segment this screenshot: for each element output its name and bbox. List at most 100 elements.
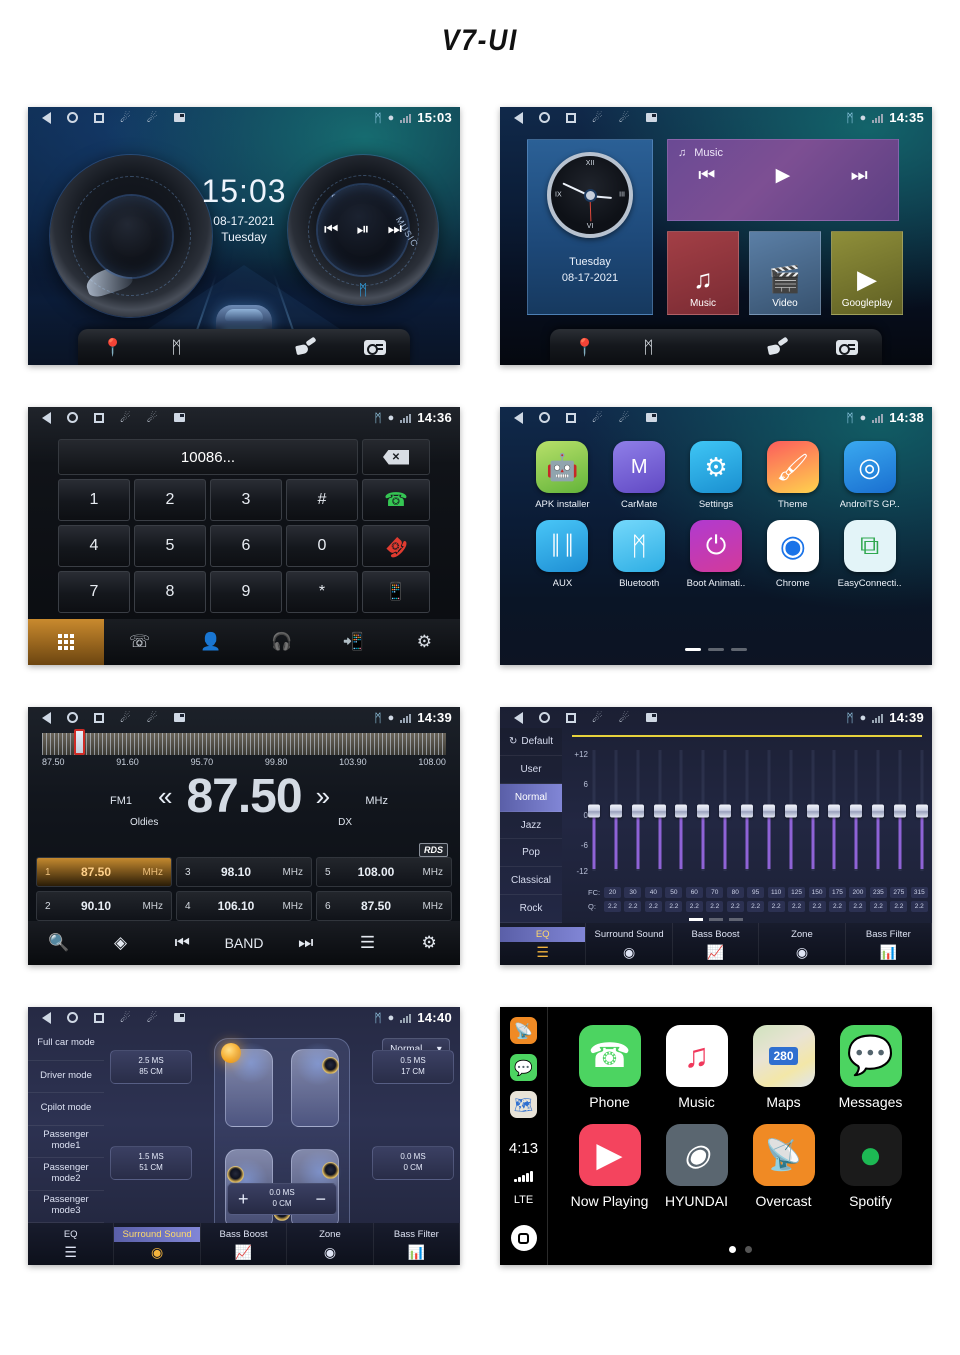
home-icon[interactable] bbox=[67, 412, 78, 423]
mode-passenger2[interactable]: Passenger mode2 bbox=[28, 1158, 104, 1191]
tab-bass-boost[interactable]: Bass Boost 📈 bbox=[201, 1223, 288, 1265]
apps-icon[interactable] bbox=[230, 338, 248, 356]
mode-cpilot[interactable]: Cpilot mode bbox=[28, 1093, 104, 1126]
transfer-call-button[interactable]: 📱 bbox=[362, 571, 430, 613]
fc-cell[interactable]: 20 bbox=[604, 887, 621, 898]
apps-icon[interactable] bbox=[702, 338, 720, 356]
back-icon[interactable] bbox=[514, 111, 523, 124]
key-1[interactable]: 1 bbox=[58, 479, 130, 521]
phone-bottom-nav[interactable]: ☏ 👤 🎧 📲 ⚙ bbox=[28, 619, 460, 665]
app-grid[interactable]: 🤖 APK installer M CarMate ⚙ Settings 🖌 T… bbox=[500, 441, 932, 589]
tile-googleplay[interactable]: ▶ Googleplay bbox=[831, 231, 903, 315]
decrease-button[interactable]: − bbox=[315, 1189, 326, 1210]
app-easyconnection[interactable]: ⧉ EasyConnecti.. bbox=[831, 520, 908, 589]
fc-cell[interactable]: 175 bbox=[828, 887, 846, 898]
q-cell[interactable]: 2.2 bbox=[747, 901, 765, 912]
q-cell[interactable]: 2.2 bbox=[706, 901, 724, 912]
carplay-app-grid[interactable]: ☎ Phone ♫ Music 280 Maps 💬 Messages ▶ No… bbox=[548, 1025, 932, 1209]
audio-tabs[interactable]: EQ ☰ Surround Sound ◉ Bass Boost 📈 Zone … bbox=[28, 1223, 460, 1265]
radio-toolbar[interactable]: 🔍 ◈ ⏮ BAND ⏭ ☰ ⚙ bbox=[28, 921, 460, 965]
slider-thumb[interactable] bbox=[872, 804, 885, 817]
slider-thumb[interactable] bbox=[609, 804, 622, 817]
carplay-app-hyundai[interactable]: ◉ HYUNDAI bbox=[653, 1124, 740, 1209]
music-widget[interactable]: ♫ Music ⏮ ▶ ⏭ bbox=[667, 139, 899, 221]
app-boot-animation[interactable]: ⏻ Boot Animati.. bbox=[678, 520, 755, 589]
slider-thumb[interactable] bbox=[697, 804, 710, 817]
q-cell[interactable]: 2.2 bbox=[726, 901, 744, 912]
band-button[interactable]: BAND bbox=[213, 935, 275, 951]
fc-cell[interactable]: 150 bbox=[808, 887, 826, 898]
home-icon[interactable] bbox=[539, 712, 550, 723]
panel-app-drawer[interactable]: ☄ ☄ ᛗ ● 14:38 🤖 APK installer M CarMate … bbox=[500, 407, 932, 665]
nav-bt-audio[interactable]: 🎧 bbox=[246, 619, 317, 665]
app-chrome[interactable]: ◉ Chrome bbox=[754, 520, 831, 589]
key-3[interactable]: 3 bbox=[210, 479, 282, 521]
theme-brush-icon[interactable] bbox=[296, 339, 316, 355]
fc-cell[interactable]: 40 bbox=[644, 887, 662, 898]
app-carmate[interactable]: M CarMate bbox=[601, 441, 678, 510]
slider-thumb[interactable] bbox=[631, 804, 644, 817]
home-icon[interactable] bbox=[67, 712, 78, 723]
q-cell[interactable]: 2.2 bbox=[604, 901, 621, 912]
tab-bass-boost[interactable]: Bass Boost 📈 bbox=[673, 923, 760, 965]
sidebar-maps-icon[interactable]: 🗺 bbox=[510, 1091, 537, 1118]
slider-thumb[interactable] bbox=[784, 804, 797, 817]
mode-passenger1[interactable]: Passenger mode1 bbox=[28, 1126, 104, 1158]
surround-mode-list[interactable]: Full car mode Driver mode Cpilot mode Pa… bbox=[28, 1028, 104, 1223]
slider-thumb[interactable] bbox=[828, 804, 841, 817]
fc-cell[interactable]: 235 bbox=[869, 887, 887, 898]
eq-slider-110[interactable] bbox=[762, 750, 775, 871]
audio-tabs[interactable]: EQ ☰ Surround Sound ◉ Bass Boost 📈 Zone … bbox=[500, 923, 932, 965]
carplay-app-spotify[interactable]: ● Spotify bbox=[827, 1124, 914, 1209]
nav-bt-phone[interactable]: 📲 bbox=[318, 619, 389, 665]
eq-slider-50[interactable] bbox=[653, 750, 666, 871]
app-apk-installer[interactable]: 🤖 APK installer bbox=[524, 441, 601, 510]
mode-driver[interactable]: Driver mode bbox=[28, 1061, 104, 1093]
clock-widget[interactable]: XII III VI IX Tuesday 08-17-2021 bbox=[527, 139, 653, 315]
next-station-icon[interactable]: ⏭ bbox=[275, 933, 337, 953]
home-icon[interactable] bbox=[67, 112, 78, 123]
fc-cell[interactable]: 95 bbox=[747, 887, 765, 898]
preset-normal[interactable]: Normal bbox=[500, 783, 562, 812]
phone-number-display[interactable]: 10086... bbox=[58, 439, 358, 475]
tab-zone[interactable]: Zone ◉ bbox=[287, 1223, 374, 1265]
antenna-icon[interactable]: ◈ bbox=[90, 933, 152, 953]
search-icon[interactable]: 🔍 bbox=[28, 933, 90, 953]
key-7[interactable]: 7 bbox=[58, 571, 130, 613]
preset-classical[interactable]: Classical bbox=[500, 867, 562, 896]
recents-icon[interactable] bbox=[94, 412, 104, 423]
q-cell[interactable]: 2.2 bbox=[665, 901, 683, 912]
carplay-app-now-playing[interactable]: ▶ Now Playing bbox=[566, 1124, 653, 1209]
back-icon[interactable] bbox=[514, 411, 523, 424]
eq-slider-315[interactable] bbox=[915, 750, 928, 871]
eq-slider-40[interactable] bbox=[631, 750, 644, 871]
fc-cell[interactable]: 200 bbox=[849, 887, 867, 898]
increase-button[interactable]: + bbox=[238, 1189, 249, 1210]
preset-grid[interactable]: 1 87.50 MHz 3 98.10 MHz 5 108.00 MHz 2 9… bbox=[36, 857, 452, 921]
q-cells[interactable]: 2.2 2.2 2.2 2.2 2.2 2.2 2.2 2.2 2.2 2.2 2.2 2.2 2.2 2… bbox=[604, 901, 928, 912]
preset-default[interactable]: ↻ Default bbox=[500, 728, 562, 756]
q-cell[interactable]: 2.2 bbox=[828, 901, 846, 912]
delay-front-left[interactable]: 2.5 MS 85 CM bbox=[110, 1050, 192, 1084]
recents-icon[interactable] bbox=[566, 412, 576, 423]
q-cell[interactable]: 2.2 bbox=[624, 901, 642, 912]
q-cell[interactable]: 2.2 bbox=[788, 901, 806, 912]
slider-thumb[interactable] bbox=[915, 804, 928, 817]
tab-eq[interactable]: EQ ☰ bbox=[500, 923, 587, 965]
app-settings[interactable]: ⚙ Settings bbox=[678, 441, 755, 510]
app-theme[interactable]: 🖌 Theme bbox=[754, 441, 831, 510]
key-9[interactable]: 9 bbox=[210, 571, 282, 613]
play-icon[interactable]: ▶ bbox=[776, 164, 791, 187]
app-bluetooth[interactable]: ᛗ Bluetooth bbox=[601, 520, 678, 589]
app-androits-gps[interactable]: ◎ AndroiTS GP.. bbox=[831, 441, 908, 510]
key-2[interactable]: 2 bbox=[134, 479, 206, 521]
fc-cell[interactable]: 30 bbox=[624, 887, 642, 898]
carplay-app-messages[interactable]: 💬 Messages bbox=[827, 1025, 914, 1110]
preset-user[interactable]: User bbox=[500, 756, 562, 784]
delay-rear-left[interactable]: 1.5 MS 51 CM bbox=[110, 1146, 192, 1180]
bottom-dock[interactable]: 📍 ᛗ bbox=[78, 329, 410, 365]
backspace-button[interactable]: ✕ bbox=[362, 439, 430, 475]
tab-surround-sound[interactable]: Surround Sound ◉ bbox=[586, 923, 673, 965]
eq-slider-150[interactable] bbox=[806, 750, 819, 871]
carplay-app-overcast[interactable]: 📡 Overcast bbox=[740, 1124, 827, 1209]
